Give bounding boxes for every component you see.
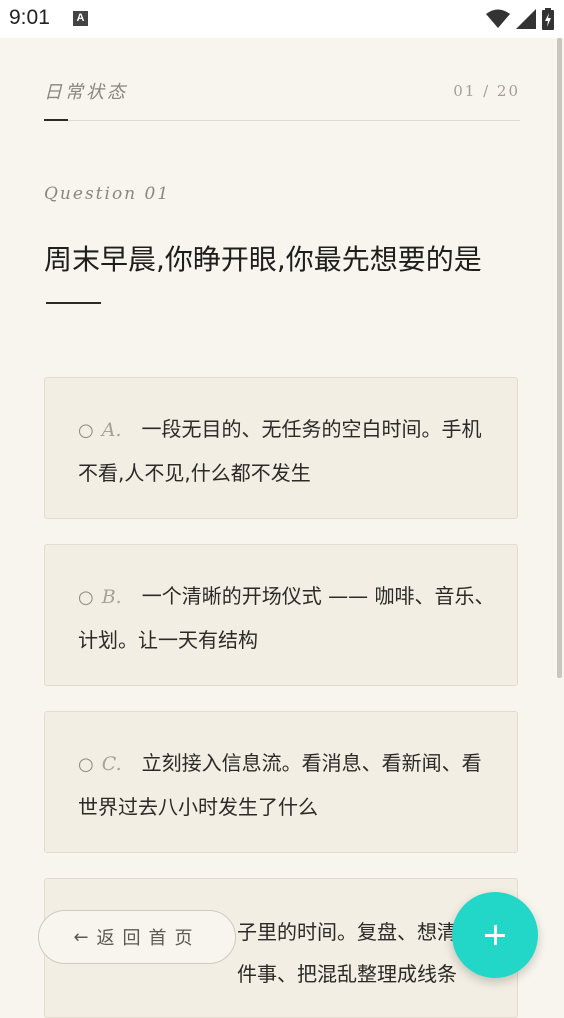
wifi-icon <box>486 9 510 28</box>
back-home-button[interactable]: ← 返回首页 <box>38 910 236 964</box>
question-counter: 01 / 20 <box>453 82 520 100</box>
header-accent-line <box>44 119 68 121</box>
a-icon: A <box>73 11 88 26</box>
back-home-label: 返回首页 <box>96 928 201 949</box>
signal-icon <box>516 9 536 29</box>
question-divider <box>46 302 101 304</box>
header-divider <box>44 120 520 121</box>
arrow-left-icon: ← <box>73 926 89 948</box>
option-text: 立刻接入信息流。看消息、看新闻、看世界过去八小时发生了什么 <box>78 751 482 819</box>
option-c[interactable]: ○ C. 立刻接入信息流。看消息、看新闻、看世界过去八小时发生了什么 <box>44 711 518 853</box>
section-label: 日常状态 <box>44 82 128 103</box>
option-letter: B. <box>101 586 122 608</box>
radio-icon: ○ <box>78 420 94 441</box>
battery-icon <box>542 8 554 30</box>
status-icons <box>486 8 554 30</box>
option-letter: A. <box>101 419 122 441</box>
option-a[interactable]: ○ A. 一段无目的、无任务的空白时间。手机不看,人不见,什么都不发生 <box>44 377 518 519</box>
scrollbar[interactable] <box>557 38 562 678</box>
add-button[interactable] <box>452 892 538 978</box>
option-text: 一个清晰的开场仪式 —— 咖啡、音乐、计划。让一天有结构 <box>78 584 495 652</box>
status-bar: 9:01 A <box>0 0 564 38</box>
radio-icon: ○ <box>78 587 94 608</box>
option-letter: C. <box>101 753 122 775</box>
radio-icon: ○ <box>78 754 94 775</box>
question-text: 周末早晨,你睁开眼,你最先想要的是 <box>44 243 482 276</box>
option-b[interactable]: ○ B. 一个清晰的开场仪式 —— 咖啡、音乐、计划。让一天有结构 <box>44 544 518 686</box>
question-label: Question 01 <box>44 184 171 204</box>
option-text: 一段无目的、无任务的空白时间。手机不看,人不见,什么都不发生 <box>78 417 482 485</box>
status-time: 9:01 <box>9 6 50 29</box>
